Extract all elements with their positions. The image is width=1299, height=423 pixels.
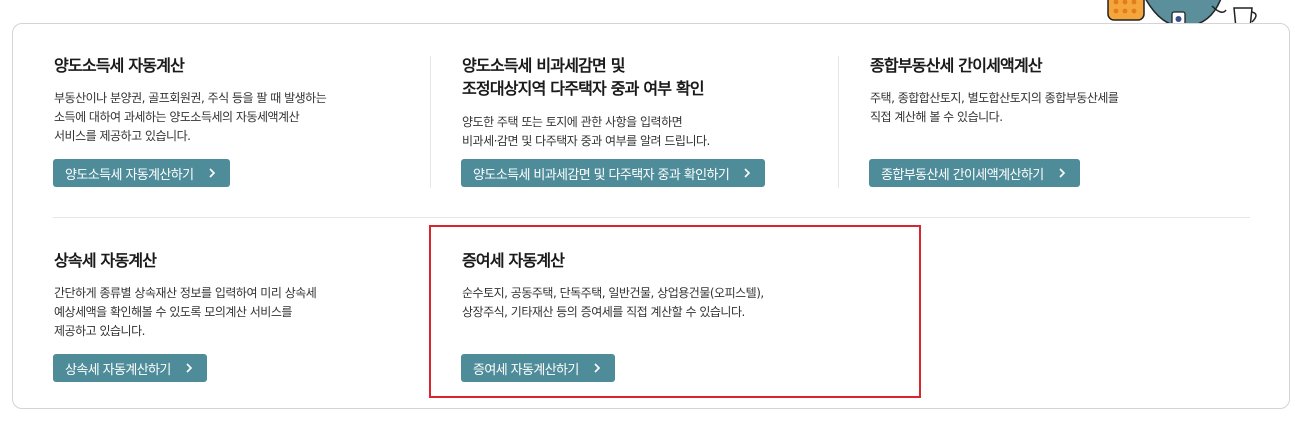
card-description-line: 상장주식, 기타재산 등의 증여세를 직접 계산할 수 있습니다. — [462, 305, 745, 319]
card-description-line: 예상세액을 확인해볼 수 있도록 모의계산 서비스를 — [54, 305, 292, 319]
capital-gains-calc-button[interactable]: 양도소득세 자동계산하기 — [53, 159, 230, 187]
card-capital-gains-tax: 양도소득세 자동계산 — [54, 54, 185, 77]
chevron-right-icon — [744, 168, 751, 178]
comprehensive-tax-calc-button[interactable]: 종합부동산세 간이세액계산하기 — [869, 159, 1080, 187]
card-title: 상속세 자동계산 — [54, 251, 157, 270]
card-description-line: 순수토지, 공동주택, 단독주택, 일반건물, 상업용건물(오피스텔), — [462, 286, 764, 300]
chevron-right-icon — [208, 168, 215, 178]
chevron-right-icon — [594, 363, 600, 373]
inheritance-tax-calc-button[interactable]: 상속세 자동계산하기 — [53, 354, 207, 382]
card-title: 증여세 자동계산 — [462, 251, 565, 270]
card-comprehensive-property-tax: 종합부동산세 간이세액계산 — [870, 54, 1043, 77]
card-description-line: 직접 계산해 볼 수 있습니다. — [870, 110, 1003, 124]
column-divider — [838, 56, 839, 188]
card-description-line: 부동산이나 분양권, 골프회원권, 주식 등을 팔 때 발생하는 — [54, 91, 327, 105]
exemption-check-button[interactable]: 양도소득세 비과세감면 및 다주택자 중과 확인하기 — [461, 159, 766, 187]
card-description-line: 간단하게 종류별 상속재산 정보를 입력하여 미리 상속세 — [54, 286, 317, 300]
card-gift-desc: 순수토지, 공동주택, 단독주택, 일반건물, 상업용건물(오피스텔), 상장주… — [462, 284, 764, 322]
card-description-line: 비과세·감면 및 다주택자 중과 여부를 알려 드립니다. — [462, 134, 710, 148]
card-comprehensive-desc: 주택, 종합합산토지, 별도합산토지의 종합부동산세를 직접 계산해 볼 수 있… — [870, 89, 1119, 127]
card-description-line: 양도한 주택 또는 토지에 관한 사항을 입력하면 — [462, 115, 683, 129]
row-divider — [53, 217, 1250, 218]
card-title: 조정대상지역 다주택자 중과 여부 확인 — [462, 79, 705, 98]
button-label: 상속세 자동계산하기 — [65, 362, 171, 378]
card-description-line: 소득에 대하여 과세하는 양도소득세의 자동세액계산 — [54, 110, 300, 124]
card-title: 양도소득세 비과세감면 및 — [462, 56, 625, 75]
button-label: 증여세 자동계산하기 — [473, 362, 579, 378]
card-description-line: 주택, 종합합산토지, 별도합산토지의 종합부동산세를 — [870, 91, 1119, 105]
button-label: 양도소득세 자동계산하기 — [65, 167, 194, 183]
card-capital-gains-desc: 부동산이나 분양권, 골프회원권, 주식 등을 팔 때 발생하는 소득에 대하여… — [54, 89, 327, 146]
card-description-line: 제공하고 있습니다. — [54, 324, 145, 338]
chevron-right-icon — [1059, 168, 1065, 178]
card-inheritance-tax: 상속세 자동계산 — [54, 249, 157, 272]
gift-tax-calc-button[interactable]: 증여세 자동계산하기 — [461, 354, 615, 382]
button-label: 종합부동산세 간이세액계산하기 — [881, 167, 1044, 183]
card-gift-tax: 증여세 자동계산 — [462, 249, 565, 272]
card-exemption-desc: 양도한 주택 또는 토지에 관한 사항을 입력하면 비과세·감면 및 다주택자 … — [462, 113, 710, 151]
button-label: 양도소득세 비과세감면 및 다주택자 중과 확인하기 — [473, 167, 730, 183]
card-exemption-check: 양도소득세 비과세감면 및 조정대상지역 다주택자 중과 여부 확인 — [462, 54, 705, 100]
card-title: 종합부동산세 간이세액계산 — [870, 56, 1043, 75]
card-inheritance-desc: 간단하게 종류별 상속재산 정보를 입력하여 미리 상속세 예상세액을 확인해볼… — [54, 284, 317, 341]
column-divider — [430, 56, 431, 188]
chevron-right-icon — [186, 363, 192, 373]
card-title: 양도소득세 자동계산 — [54, 56, 185, 75]
card-description-line: 서비스를 제공하고 있습니다. — [54, 129, 191, 143]
